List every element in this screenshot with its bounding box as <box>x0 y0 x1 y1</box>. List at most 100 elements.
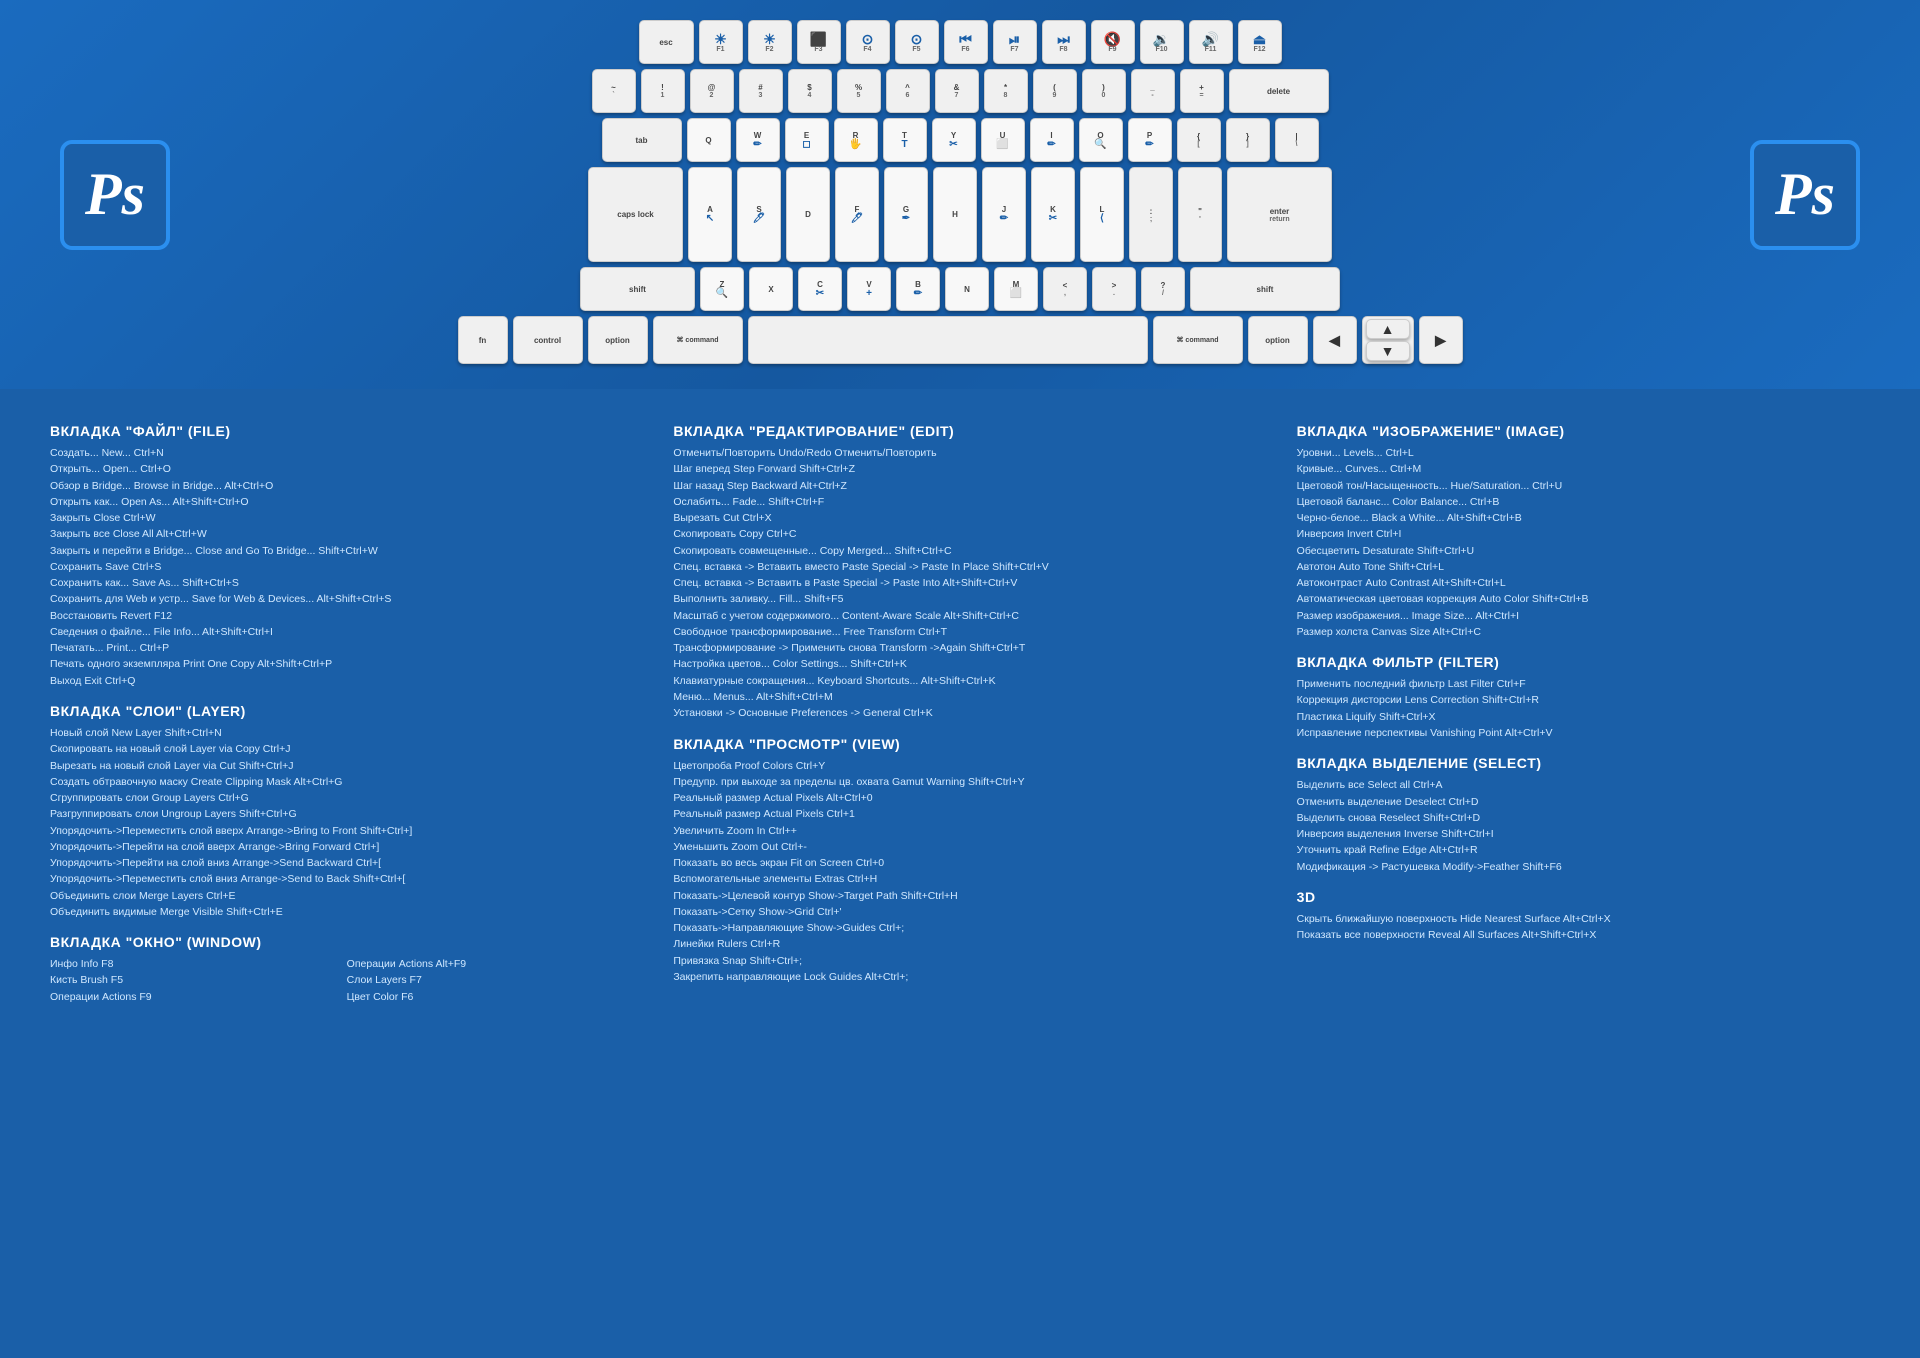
window-item-1: Кисть Brush F5 <box>50 972 327 988</box>
key-arrow-up[interactable]: ▲ <box>1366 319 1410 339</box>
row-zxcv: shift Z🔍 X C✂ V+ B✏ N M⬜ <, >. ?/ shift <box>200 267 1720 311</box>
key-space[interactable] <box>748 316 1148 364</box>
3d-item-1: Показать все поверхности Reveal All Surf… <box>1297 927 1870 943</box>
key-i[interactable]: I✏ <box>1030 118 1074 162</box>
shortcut-block-window: Инфо Info F8 Кисть Brush F5 Операции Act… <box>50 956 623 1005</box>
key-control[interactable]: control <box>513 316 583 364</box>
key-v[interactable]: V+ <box>847 267 891 311</box>
key-2[interactable]: @2 <box>690 69 734 113</box>
key-f7[interactable]: ⏯F7 <box>993 20 1037 64</box>
section-title-edit: ВКЛАДКА "РЕДАКТИРОВАНИЕ" (EDIT) <box>673 423 1246 439</box>
key-enter[interactable]: enterreturn <box>1227 167 1332 262</box>
filter-item-0: Применить последний фильтр Last Filter C… <box>1297 676 1870 692</box>
key-rbracket[interactable]: }] <box>1226 118 1270 162</box>
key-lbracket[interactable]: {[ <box>1177 118 1221 162</box>
key-f5[interactable]: ⊙F5 <box>895 20 939 64</box>
key-minus[interactable]: _- <box>1131 69 1175 113</box>
key-x[interactable]: X <box>749 267 793 311</box>
key-e[interactable]: E◻ <box>785 118 829 162</box>
view-item-7: Вспомогательные элементы Extras Ctrl+H <box>673 871 1246 887</box>
key-5[interactable]: %5 <box>837 69 881 113</box>
key-f6[interactable]: ⏮F6 <box>944 20 988 64</box>
key-c[interactable]: C✂ <box>798 267 842 311</box>
key-slash[interactable]: ?/ <box>1141 267 1185 311</box>
edit-item-0: Отменить/Повторить Undo/Redo Отменить/По… <box>673 445 1246 461</box>
key-caps[interactable]: caps lock <box>588 167 683 262</box>
key-tilde[interactable]: ~` <box>592 69 636 113</box>
layer-item-0: Новый слой New Layer Shift+Ctrl+N <box>50 725 623 741</box>
key-arrow-right[interactable]: ▶ <box>1419 316 1463 364</box>
key-period[interactable]: >. <box>1092 267 1136 311</box>
key-8[interactable]: *8 <box>984 69 1028 113</box>
key-equals[interactable]: += <box>1180 69 1224 113</box>
key-g[interactable]: G✒ <box>884 167 928 262</box>
key-f3[interactable]: ⬛F3 <box>797 20 841 64</box>
key-f12[interactable]: ⏏F12 <box>1238 20 1282 64</box>
key-7[interactable]: &7 <box>935 69 979 113</box>
key-comma[interactable]: <, <box>1043 267 1087 311</box>
key-4[interactable]: $4 <box>788 69 832 113</box>
key-w[interactable]: W✏ <box>736 118 780 162</box>
key-1[interactable]: !1 <box>641 69 685 113</box>
key-f8[interactable]: ⏭F8 <box>1042 20 1086 64</box>
section-title-filter: ВКЛАДКА ФИЛЬТР (FILTER) <box>1297 654 1870 670</box>
key-semicolon[interactable]: :; <box>1129 167 1173 262</box>
key-y[interactable]: Y✂ <box>932 118 976 162</box>
key-f[interactable]: F🖊 <box>835 167 879 262</box>
key-f10[interactable]: 🔉F10 <box>1140 20 1184 64</box>
view-item-0: Цветопроба Proof Colors Ctrl+Y <box>673 758 1246 774</box>
key-q[interactable]: Q <box>687 118 731 162</box>
ps-logo-right: Ps <box>1750 140 1860 250</box>
image-item-6: Обесцветить Desaturate Shift+Ctrl+U <box>1297 543 1870 559</box>
key-esc[interactable]: esc <box>639 20 694 64</box>
row-numbers: ~` !1 @2 #3 $4 %5 ^6 &7 *8 (9 )0 _- += d… <box>200 69 1720 113</box>
key-d[interactable]: D <box>786 167 830 262</box>
key-p[interactable]: P✏ <box>1128 118 1172 162</box>
key-arrow-down[interactable]: ▼ <box>1366 341 1410 361</box>
key-fn[interactable]: fn <box>458 316 508 364</box>
key-option-right[interactable]: option <box>1248 316 1308 364</box>
key-f2[interactable]: ☀F2 <box>748 20 792 64</box>
key-f11[interactable]: 🔊F11 <box>1189 20 1233 64</box>
key-r[interactable]: R🖐 <box>834 118 878 162</box>
key-s[interactable]: S🖊 <box>737 167 781 262</box>
layer-item-4: Сгруппировать слои Group Layers Ctrl+G <box>50 790 623 806</box>
key-9[interactable]: (9 <box>1033 69 1077 113</box>
view-item-1: Предупр. при выходе за пределы цв. охват… <box>673 774 1246 790</box>
view-item-13: Закрепить направляющие Lock Guides Alt+C… <box>673 969 1246 985</box>
key-shift-left[interactable]: shift <box>580 267 695 311</box>
key-b[interactable]: B✏ <box>896 267 940 311</box>
key-a[interactable]: A↖ <box>688 167 732 262</box>
key-t[interactable]: TT <box>883 118 927 162</box>
key-quote[interactable]: "' <box>1178 167 1222 262</box>
key-f9[interactable]: 🔇F9 <box>1091 20 1135 64</box>
image-item-3: Цветовой баланс... Color Balance... Ctrl… <box>1297 494 1870 510</box>
key-option-left[interactable]: option <box>588 316 648 364</box>
key-f4[interactable]: ⊙F4 <box>846 20 890 64</box>
shortcut-block-layer: Новый слой New Layer Shift+Ctrl+N Скопир… <box>50 725 623 920</box>
layer-item-11: Объединить видимые Merge Visible Shift+C… <box>50 904 623 920</box>
view-item-8: Показать->Целевой контур Show->Target Pa… <box>673 888 1246 904</box>
key-6[interactable]: ^6 <box>886 69 930 113</box>
key-m[interactable]: M⬜ <box>994 267 1038 311</box>
key-shift-right[interactable]: shift <box>1190 267 1340 311</box>
key-o[interactable]: O🔍 <box>1079 118 1123 162</box>
key-h[interactable]: H <box>933 167 977 262</box>
key-k[interactable]: K✂ <box>1031 167 1075 262</box>
key-j[interactable]: J✏ <box>982 167 1026 262</box>
shortcut-block-edit: Отменить/Повторить Undo/Redo Отменить/По… <box>673 445 1246 722</box>
key-z[interactable]: Z🔍 <box>700 267 744 311</box>
key-command-left[interactable]: ⌘ command <box>653 316 743 364</box>
key-tab[interactable]: tab <box>602 118 682 162</box>
key-arrow-left[interactable]: ◀ <box>1313 316 1357 364</box>
key-f1[interactable]: ☀F1 <box>699 20 743 64</box>
key-backslash[interactable]: |\ <box>1275 118 1319 162</box>
key-backspace[interactable]: delete <box>1229 69 1329 113</box>
edit-item-12: Трансформирование -> Применить снова Tra… <box>673 640 1246 656</box>
key-l[interactable]: L⟨ <box>1080 167 1124 262</box>
key-command-right[interactable]: ⌘ command <box>1153 316 1243 364</box>
key-3[interactable]: #3 <box>739 69 783 113</box>
key-0[interactable]: )0 <box>1082 69 1126 113</box>
key-n[interactable]: N <box>945 267 989 311</box>
key-u[interactable]: U⬜ <box>981 118 1025 162</box>
